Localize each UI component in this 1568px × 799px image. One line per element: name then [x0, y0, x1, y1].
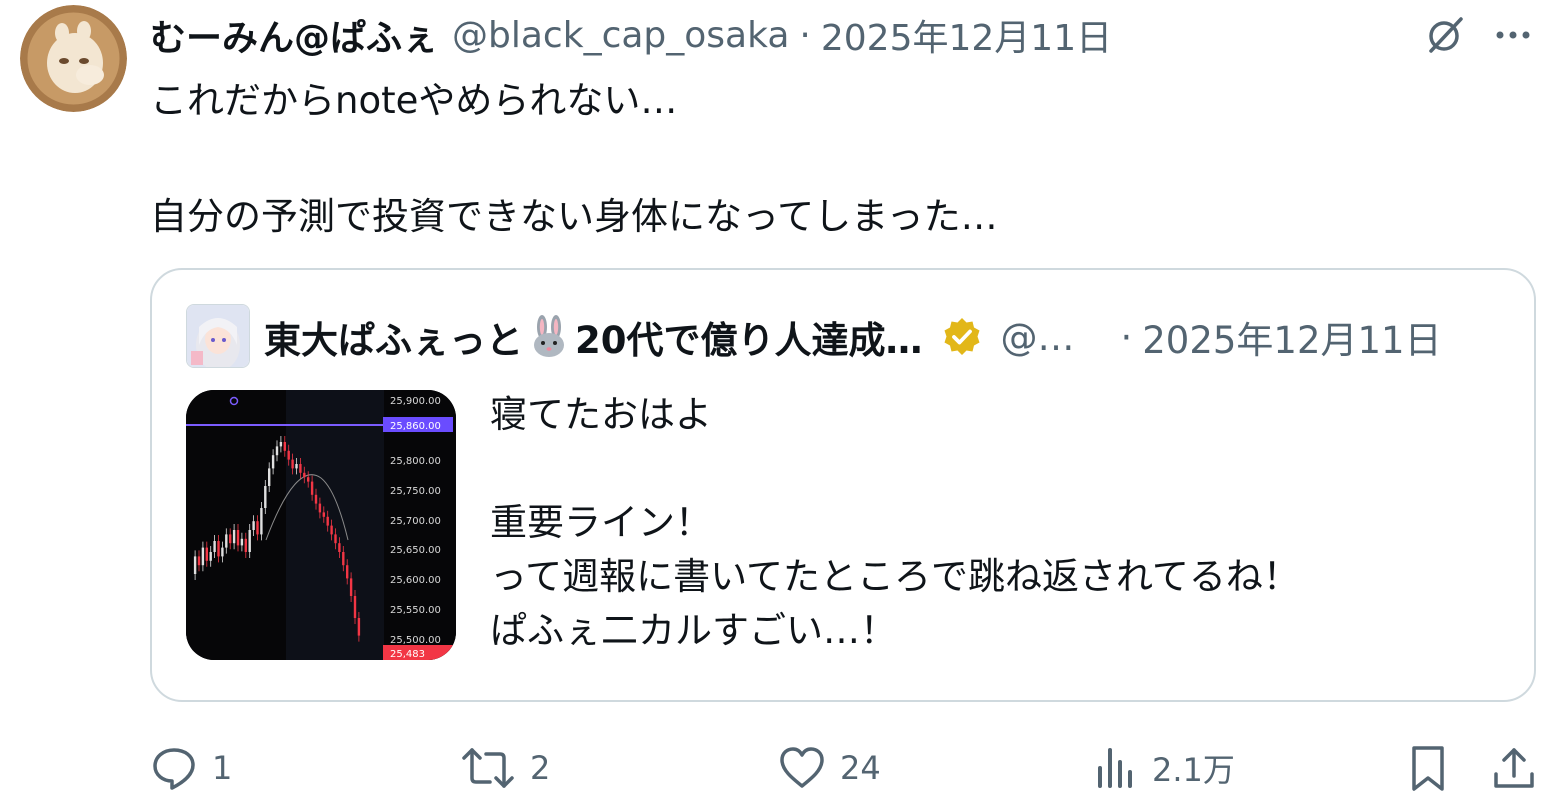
candle-body: [229, 534, 232, 544]
candle-body: [197, 556, 201, 566]
candle-body: [287, 450, 290, 460]
candle-body: [283, 442, 286, 451]
candle-body: [252, 521, 255, 530]
price-label-8: 25,550.00: [390, 605, 441, 616]
reply-count: 1: [212, 749, 233, 787]
tweet-card[interactable]: むーみん@ぱふぇ @black_cap_osaka · 2025年12月11日 …: [0, 0, 1568, 799]
candle-body: [201, 547, 205, 566]
candle-body: [299, 464, 302, 473]
quoted-header: 東大ぱふぇっと 20代で億り人達成… @… · 2025年12月11日: [264, 310, 1504, 364]
candle-body: [248, 530, 251, 552]
candle-body: [221, 547, 224, 557]
tweet-header: むーみん@ぱふぇ @black_cap_osaka · 2025年12月11日: [150, 10, 1410, 60]
candle-body: [314, 494, 318, 504]
gold-verified-badge-icon[interactable]: [941, 316, 983, 358]
candle-body: [353, 596, 357, 618]
grok-slash-icon: [1429, 17, 1463, 53]
tweet-text: これだからnoteやめられない… 自分の予測で投資できない身体になってしまった…: [150, 79, 998, 238]
candle-body: [271, 455, 275, 469]
candle-body: [330, 525, 333, 535]
author-handle[interactable]: @black_cap_osaka: [452, 15, 789, 56]
quoted-display-name[interactable]: 東大ぱふぇっと 20代で億り人達成…: [264, 310, 923, 364]
views-button[interactable]: 2.1万: [1094, 740, 1235, 796]
rabbit-face-icon: [527, 315, 571, 359]
quoted-handle[interactable]: @…: [1001, 316, 1075, 359]
candle-body: [338, 543, 341, 552]
quoted-tweet[interactable]: 東大ぱふぇっと 20代で億り人達成… @… · 2025年12月11日 25,9…: [150, 268, 1536, 702]
candlestick-chart-image: 25,900.00 25,860.00 25,800.00 25,750.00 …: [186, 390, 456, 660]
candle-body: [275, 446, 279, 456]
candle-body: [240, 538, 244, 546]
retweet-icon: [462, 748, 514, 788]
candle-body: [232, 530, 236, 544]
author-avatar[interactable]: [20, 5, 127, 112]
candle-body: [346, 565, 349, 579]
tweet-top-actions: [1418, 8, 1540, 62]
candle-body: [205, 547, 208, 561]
tweet-date[interactable]: 2025年12月11日: [821, 9, 1112, 61]
candle-body: [279, 442, 283, 447]
candle-body: [349, 578, 353, 596]
candle-body: [256, 521, 259, 535]
heart-icon: [780, 747, 824, 788]
candle-body: [225, 534, 228, 548]
quoted-chart-thumbnail[interactable]: 25,900.00 25,860.00 25,800.00 25,750.00 …: [186, 390, 456, 660]
latte-art-moomin-avatar-icon: [20, 5, 127, 112]
candle-body: [244, 538, 247, 552]
price-label-3: 25,800.00: [390, 456, 441, 467]
candle-body: [326, 516, 329, 526]
quoted-date[interactable]: 2025年12月11日: [1142, 310, 1441, 364]
price-label-2: 25,860.00: [390, 421, 441, 432]
candle-body: [318, 503, 322, 513]
views-count: 2.1万: [1152, 751, 1235, 789]
candle-body: [264, 486, 267, 508]
candle-body: [268, 468, 271, 486]
retweet-count: 2: [530, 749, 551, 787]
quoted-name-suffix: 20代で億り人達成…: [575, 319, 923, 362]
candle-body: [307, 477, 310, 482]
more-icon: [1496, 31, 1530, 39]
price-label-5: 25,700.00: [390, 516, 441, 527]
quoted-text: 寝てたおはよ 重要ライン！ って週報に書いてたところで跳ね返されてるね！ ぱふぇ…: [490, 393, 1300, 652]
candle-body: [291, 459, 294, 469]
price-label-10: 25,483: [390, 649, 425, 660]
candle-body: [236, 530, 240, 546]
author-display-name[interactable]: むーみん@ぱふぇ: [150, 9, 438, 61]
quoted-author-avatar[interactable]: [186, 304, 250, 368]
share-button[interactable]: [1490, 740, 1538, 796]
candle-body: [310, 481, 314, 495]
price-label-9: 25,500.00: [390, 635, 441, 646]
reply-icon: [153, 748, 195, 790]
candle-body: [213, 541, 216, 552]
candle-body: [209, 552, 212, 561]
candle-body: [217, 541, 220, 557]
price-label-7: 25,600.00: [390, 575, 441, 586]
bar-chart-icon: [1098, 748, 1132, 788]
share-icon: [1494, 748, 1534, 788]
candle-body: [334, 534, 337, 544]
like-button[interactable]: 24: [778, 740, 881, 796]
quoted-name-prefix: 東大ぱふぇっと: [264, 319, 523, 362]
candle-body: [295, 464, 298, 469]
candle-body: [342, 552, 345, 566]
grok-button[interactable]: [1418, 8, 1472, 62]
reply-button[interactable]: 1: [150, 740, 232, 796]
candle-body: [193, 556, 197, 574]
header-separator: ·: [799, 14, 811, 56]
tweet-actions: 1 2 24 2.1万: [150, 740, 1540, 796]
more-button[interactable]: [1486, 8, 1540, 62]
candle-body: [357, 618, 361, 636]
price-label-4: 25,750.00: [390, 486, 441, 497]
anime-girl-avatar-icon: [187, 305, 249, 367]
like-count: 24: [840, 749, 881, 787]
bookmark-button[interactable]: [1404, 740, 1452, 796]
candle-body: [260, 508, 263, 535]
quoted-separator: ·: [1120, 315, 1133, 359]
candle-body: [322, 512, 325, 517]
price-label-1: 25,900.00: [390, 396, 441, 407]
retweet-button[interactable]: 2: [460, 740, 550, 796]
candle-body: [303, 472, 306, 478]
price-label-6: 25,650.00: [390, 545, 441, 556]
bookmark-icon: [1412, 746, 1444, 791]
